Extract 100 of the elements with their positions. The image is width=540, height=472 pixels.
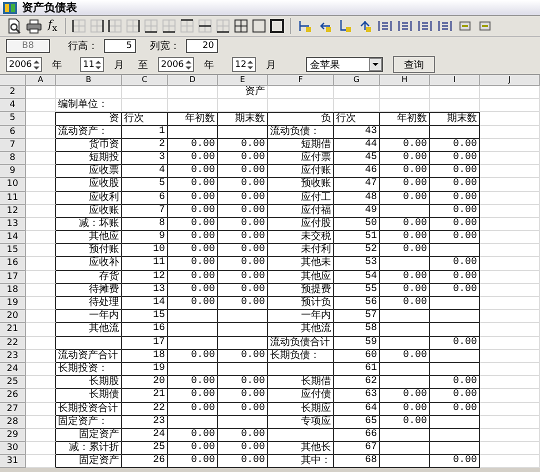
row-header[interactable]: 17 <box>0 270 26 284</box>
row-header[interactable]: 7 <box>0 138 26 152</box>
table-cell: 0.00 <box>218 297 268 310</box>
row-column-icon[interactable] <box>477 19 494 33</box>
row-header[interactable]: 10 <box>0 178 26 192</box>
border-icon[interactable] <box>180 19 194 33</box>
border-icon[interactable] <box>162 19 176 33</box>
column-header[interactable]: E <box>218 75 268 86</box>
table-cell: 0.00 <box>430 376 480 390</box>
column-header[interactable]: G <box>334 75 380 86</box>
border-icon[interactable] <box>72 19 86 33</box>
row-header[interactable]: 4 <box>0 99 26 112</box>
column-header[interactable]: C <box>122 75 168 86</box>
row-header[interactable]: 6 <box>0 126 26 139</box>
column-header[interactable]: D <box>168 75 218 86</box>
row-header[interactable]: 16 <box>0 257 26 271</box>
empty-cell <box>480 362 540 376</box>
table-cell: 20 <box>122 376 168 390</box>
row-header[interactable]: 2 <box>0 86 26 100</box>
row-header[interactable]: 29 <box>0 428 26 442</box>
row-column-icon[interactable] <box>457 19 474 33</box>
table-cell: 其他应 <box>268 270 334 284</box>
table-cell: 48 <box>334 192 380 205</box>
row-header[interactable]: 13 <box>0 218 26 232</box>
row-header[interactable]: 21 <box>0 323 26 337</box>
page-preview-icon[interactable] <box>6 18 22 34</box>
row-header[interactable]: 28 <box>0 416 26 429</box>
row-header[interactable]: 24 <box>0 362 26 376</box>
empty-cell <box>430 350 480 363</box>
table-cell: 45 <box>334 152 380 166</box>
border-icon[interactable] <box>108 19 122 33</box>
company-dropdown[interactable]: 金苹果 <box>306 57 383 72</box>
row-header[interactable]: 30 <box>0 442 26 456</box>
border-icon[interactable] <box>216 19 230 33</box>
spinner-arrows-icon[interactable] <box>32 58 41 70</box>
border-icon[interactable] <box>270 19 284 33</box>
row-height-field[interactable]: 5 <box>104 39 136 53</box>
row-column-icon[interactable] <box>417 19 434 33</box>
border-icon[interactable] <box>198 19 212 33</box>
table-cell: 9 <box>122 231 168 244</box>
formula-button[interactable]: f$_{x}$ <box>46 18 60 34</box>
empty-cell <box>480 270 540 284</box>
row-header[interactable]: 9 <box>0 165 26 178</box>
spinner-field[interactable]: 2006 <box>6 57 42 72</box>
row-column-icon[interactable] <box>377 19 394 33</box>
table-cell: 7 <box>122 204 168 218</box>
spinner-field[interactable]: 2006 <box>158 57 194 72</box>
spinner-arrows-icon[interactable] <box>94 58 103 70</box>
table-cell: 0.00 <box>430 257 480 271</box>
column-title: 年初数 <box>380 112 430 126</box>
row-header[interactable]: 23 <box>0 350 26 363</box>
column-width-field[interactable]: 20 <box>186 39 218 53</box>
table-cell: 0.00 <box>168 192 218 205</box>
row-header[interactable]: 19 <box>0 297 26 310</box>
column-header[interactable]: F <box>268 75 334 86</box>
border-icon[interactable] <box>90 19 104 33</box>
table-cell: 0.00 <box>168 402 218 416</box>
row-header[interactable]: 5 <box>0 112 26 126</box>
row-column-icon[interactable] <box>397 19 414 33</box>
row-header[interactable]: 31 <box>0 455 26 468</box>
column-header[interactable]: A <box>26 75 56 86</box>
empty-cell <box>430 428 480 442</box>
border-icon[interactable] <box>234 19 248 33</box>
row-header[interactable]: 8 <box>0 152 26 166</box>
spinner-field[interactable]: 12 <box>232 57 256 72</box>
column-header[interactable]: I <box>430 75 480 86</box>
column-header[interactable]: J <box>480 75 540 86</box>
row-header[interactable]: 18 <box>0 284 26 297</box>
column-header[interactable]: B <box>56 75 122 86</box>
printer-icon[interactable] <box>26 18 42 34</box>
table-cell: 其他流 <box>268 323 334 337</box>
query-button[interactable]: 查询 <box>393 56 435 73</box>
row-header[interactable]: 14 <box>0 231 26 244</box>
spinner-arrows-icon[interactable] <box>246 58 255 70</box>
row-header[interactable]: 26 <box>0 389 26 402</box>
border-icon[interactable] <box>144 19 158 33</box>
table-cell: 预计负 <box>268 297 334 310</box>
table-cell: 57 <box>334 310 380 324</box>
table-cell: 0.00 <box>168 428 218 442</box>
column-header[interactable]: H <box>380 75 430 86</box>
spinner-field[interactable]: 11 <box>80 57 104 72</box>
border-icon[interactable] <box>126 19 140 33</box>
row-column-icon[interactable] <box>437 19 454 33</box>
empty-cell <box>480 192 540 205</box>
spinner-arrows-icon[interactable] <box>184 58 193 70</box>
row-header[interactable]: 11 <box>0 192 26 205</box>
border-icon[interactable] <box>252 19 266 33</box>
empty-cell <box>480 389 540 402</box>
row-header[interactable]: 15 <box>0 244 26 258</box>
table-cell: 59 <box>334 336 380 350</box>
row-header[interactable]: 22 <box>0 336 26 350</box>
row-height-label: 行高： <box>68 40 98 53</box>
row-header[interactable]: 27 <box>0 402 26 416</box>
table-cell: 0.00 <box>430 389 480 402</box>
column-width-label: 列宽： <box>150 40 180 53</box>
row-column-icon[interactable] <box>297 19 314 33</box>
table-cell: 0.00 <box>168 442 218 456</box>
row-header[interactable]: 25 <box>0 376 26 390</box>
row-header[interactable]: 12 <box>0 204 26 218</box>
row-header[interactable]: 20 <box>0 310 26 324</box>
